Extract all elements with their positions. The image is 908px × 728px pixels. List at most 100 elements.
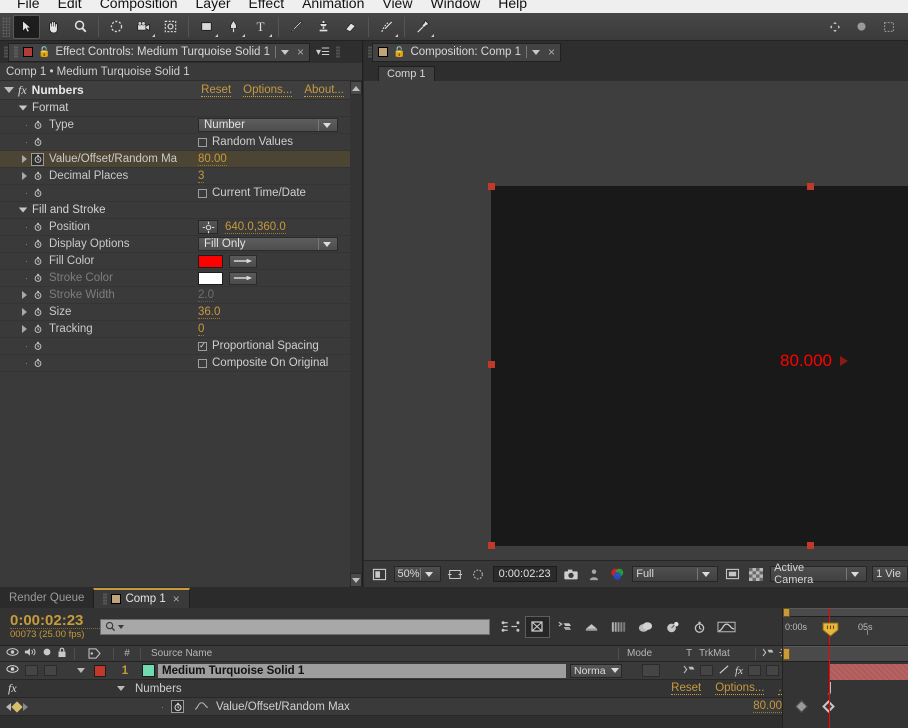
selection-handle-ml[interactable] <box>488 361 495 368</box>
color-swatch[interactable] <box>198 272 223 285</box>
property-checkbox[interactable] <box>198 138 207 147</box>
type-tool[interactable]: T <box>247 15 274 39</box>
selection-handle-bm[interactable] <box>807 542 814 549</box>
property-row-proportional-spacing[interactable]: ·✓Proportional Spacing <box>0 338 362 355</box>
scroll-down-button[interactable] <box>350 573 362 587</box>
numeric-value[interactable]: 0 <box>198 323 204 336</box>
stopwatch-icon[interactable] <box>31 323 44 336</box>
pan-behind-tool[interactable] <box>157 15 184 39</box>
graph-editor-icon[interactable] <box>714 616 739 638</box>
menu-item-composition[interactable]: Composition <box>91 0 187 10</box>
draft-3d-icon[interactable] <box>525 616 550 638</box>
chevron-down-icon[interactable] <box>281 50 289 55</box>
menu-item-effect[interactable]: Effect <box>240 0 294 10</box>
property-row-type[interactable]: ·TypeNumber <box>0 117 362 134</box>
property-graph-icon[interactable] <box>194 700 209 714</box>
column-t[interactable]: T <box>679 648 699 659</box>
camera-tool[interactable] <box>130 15 157 39</box>
shape-tool[interactable] <box>193 15 220 39</box>
auto-keyframe-icon[interactable] <box>660 616 685 638</box>
property-dropdown[interactable]: Number <box>198 118 338 132</box>
effect-controls-scrollbar[interactable] <box>350 81 362 587</box>
property-row-random-values[interactable]: ·Random Values <box>0 134 362 151</box>
menu-item-edit[interactable]: Edit <box>49 0 91 10</box>
keyframe-marker-1[interactable] <box>795 700 808 713</box>
composition-mini-flowchart-icon[interactable] <box>498 616 523 638</box>
menu-item-layer[interactable]: Layer <box>187 0 240 10</box>
close-icon-comp[interactable]: × <box>548 45 555 59</box>
property-row-size[interactable]: Size36.0 <box>0 304 362 321</box>
chevron-down-icon-comp[interactable] <box>532 50 540 55</box>
zoom-tool[interactable] <box>67 15 94 39</box>
stopwatch-icon[interactable] <box>31 340 44 353</box>
brainstorm-icon[interactable] <box>633 616 658 638</box>
layer-mode-dropdown[interactable]: Norma <box>570 664 622 678</box>
snapshot-camera-icon[interactable] <box>562 566 581 583</box>
layer-effect-row[interactable]: fx Numbers Reset Options... ... <box>0 680 908 698</box>
panel-menu-icon[interactable]: ▾☰ <box>316 47 330 58</box>
property-checkbox[interactable] <box>198 359 207 368</box>
layer-effects-switch[interactable]: fx <box>735 665 743 677</box>
eyedropper-icon[interactable] <box>229 255 257 268</box>
property-value[interactable]: 80.00 <box>753 700 782 713</box>
search-input[interactable] <box>100 619 490 635</box>
panel-grip-right[interactable] <box>336 46 340 58</box>
property-row-current-time-date[interactable]: ·Current Time/Date <box>0 185 362 202</box>
layer-solo-toggle[interactable] <box>44 665 57 676</box>
scrollbar-track[interactable] <box>350 95 362 573</box>
property-group-format[interactable]: Format <box>0 100 362 117</box>
layer-frameblend-switch[interactable] <box>748 665 761 676</box>
keyframe-navigator[interactable] <box>0 703 48 711</box>
layer-label-color[interactable] <box>94 665 106 677</box>
layer-draft-switch[interactable] <box>718 664 730 678</box>
column-index[interactable]: # <box>114 648 140 659</box>
eraser-tool[interactable] <box>337 15 364 39</box>
layer-twirl-icon[interactable] <box>77 668 85 673</box>
layer-motionblur-switch[interactable] <box>766 665 779 676</box>
clone-stamp-tool[interactable] <box>310 15 337 39</box>
layer-trkmat-box[interactable] <box>642 664 660 677</box>
pen-tool[interactable] <box>220 15 247 39</box>
layer-video-toggle[interactable] <box>6 664 19 677</box>
timeline-ruler[interactable]: 0:00s 05s <box>782 608 908 645</box>
layer-quality-switch[interactable] <box>700 665 713 676</box>
stopwatch-icon[interactable] <box>31 119 44 132</box>
align-icon[interactable] <box>821 15 848 39</box>
lock-icon[interactable]: 🔓 <box>38 47 50 58</box>
layer-source-name[interactable]: Medium Turquoise Solid 1 <box>158 664 566 678</box>
work-area-start-handle[interactable] <box>783 608 790 617</box>
comp-canvas[interactable]: 80.000 <box>491 186 908 546</box>
keyframe-toggle-icon[interactable] <box>11 701 22 712</box>
label-column-icon[interactable] <box>75 648 113 659</box>
selection-tool[interactable] <box>13 15 40 39</box>
playhead-handle[interactable] <box>822 622 839 637</box>
stopwatch-icon[interactable] <box>31 153 44 166</box>
lock-icon-comp[interactable]: 🔓 <box>393 47 405 58</box>
layer-property-row[interactable]: · Value/Offset/Random Max 80.00 <box>0 698 908 716</box>
stopwatch-icon[interactable] <box>31 306 44 319</box>
property-checkbox[interactable] <box>198 189 207 198</box>
layer-audio-toggle[interactable] <box>25 665 38 676</box>
numeric-value[interactable]: 3 <box>198 170 204 183</box>
property-row-tracking[interactable]: Tracking0 <box>0 321 362 338</box>
selection-handle-tl[interactable] <box>488 183 495 190</box>
work-area-strip[interactable] <box>783 646 908 662</box>
stopwatch-icon[interactable] <box>31 272 44 285</box>
effect-header-numbers[interactable]: fx Numbers Reset Options... About... <box>0 81 362 100</box>
about-link[interactable]: About... <box>304 84 344 97</box>
numeric-value[interactable]: 36.0 <box>198 306 220 319</box>
layer-row-1[interactable]: 1 Medium Turquoise Solid 1 Norma fx <box>0 662 908 680</box>
property-expand-icon[interactable] <box>22 172 27 180</box>
rotation-tool[interactable] <box>103 15 130 39</box>
property-stopwatch-icon[interactable] <box>171 700 184 713</box>
hand-tool[interactable] <box>40 15 67 39</box>
toolbar-grip[interactable] <box>2 17 10 37</box>
work-area-bar[interactable] <box>783 608 908 617</box>
layer-shy-switch[interactable] <box>682 665 695 677</box>
graph-editor-stopwatch-icon[interactable] <box>687 616 712 638</box>
eyedropper-icon[interactable] <box>229 272 257 285</box>
tab-render-queue[interactable]: Render Queue <box>0 588 93 608</box>
camera-view-dropdown[interactable]: Active Camera <box>770 566 867 582</box>
property-row-position[interactable]: ·Position640.0,360.0 <box>0 219 362 236</box>
tab-comp1[interactable]: Comp 1 × <box>93 588 189 608</box>
